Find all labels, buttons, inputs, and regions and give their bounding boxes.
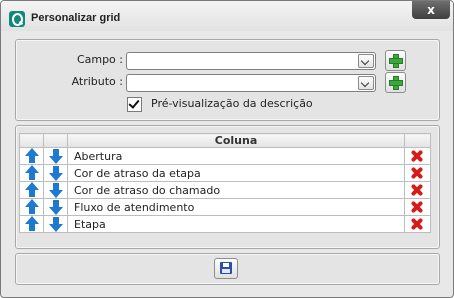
floppy-disk-icon: [220, 262, 232, 274]
arrow-up-icon[interactable]: [23, 165, 40, 181]
title-bar: Personalizar grid x: [1, 1, 453, 31]
arrow-up-icon[interactable]: [23, 216, 40, 232]
chevron-down-icon[interactable]: [358, 54, 374, 68]
table-row: Cor de atraso do chamado: [19, 181, 431, 199]
column-name: Etapa: [67, 215, 405, 233]
campo-select[interactable]: [126, 52, 376, 70]
app-logo-icon: [9, 11, 25, 27]
delete-x-icon[interactable]: [409, 199, 426, 215]
table-row: Etapa: [19, 215, 431, 233]
column-name: Fluxo de atendimento: [67, 198, 405, 216]
header-delete-cell: [404, 133, 431, 148]
header-down-cell: [43, 133, 68, 148]
arrow-up-icon[interactable]: [23, 148, 40, 164]
arrow-down-icon[interactable]: [47, 216, 64, 232]
save-button[interactable]: [214, 258, 238, 279]
arrow-up-icon[interactable]: [23, 199, 40, 215]
atributo-select[interactable]: [126, 74, 376, 92]
add-atributo-button[interactable]: [385, 72, 406, 93]
delete-x-icon[interactable]: [409, 216, 426, 232]
columns-table: Coluna Abertura Cor de atraso da etapa C…: [19, 133, 431, 233]
table-row: Fluxo de atendimento: [19, 198, 431, 216]
close-button[interactable]: x: [412, 1, 450, 19]
column-name: Abertura: [67, 147, 405, 165]
delete-x-icon[interactable]: [409, 165, 426, 181]
arrow-down-icon[interactable]: [47, 182, 64, 198]
arrow-down-icon[interactable]: [47, 199, 64, 215]
chevron-down-icon[interactable]: [358, 76, 374, 90]
delete-x-icon[interactable]: [409, 182, 426, 198]
dialog-title: Personalizar grid: [31, 12, 121, 24]
dialog-window: Personalizar grid x Campo : Atributo : P…: [0, 0, 454, 298]
delete-x-icon[interactable]: [409, 148, 426, 164]
arrow-down-icon[interactable]: [47, 165, 64, 181]
arrow-down-icon[interactable]: [47, 148, 64, 164]
table-row: Abertura: [19, 147, 431, 165]
arrow-up-icon[interactable]: [23, 182, 40, 198]
table-row: Cor de atraso da etapa: [19, 164, 431, 182]
header-up-cell: [19, 133, 44, 148]
column-name: Cor de atraso do chamado: [67, 181, 405, 199]
column-header: Coluna: [67, 133, 405, 148]
campo-label: Campo :: [76, 53, 123, 66]
preview-checkbox[interactable]: [127, 97, 142, 112]
column-name: Cor de atraso da etapa: [67, 164, 405, 182]
table-header-row: Coluna: [19, 133, 431, 148]
add-campo-button[interactable]: [385, 50, 406, 71]
atributo-label: Atributo :: [71, 75, 123, 88]
preview-checkbox-label: Pré-visualização da descrição: [151, 97, 313, 110]
